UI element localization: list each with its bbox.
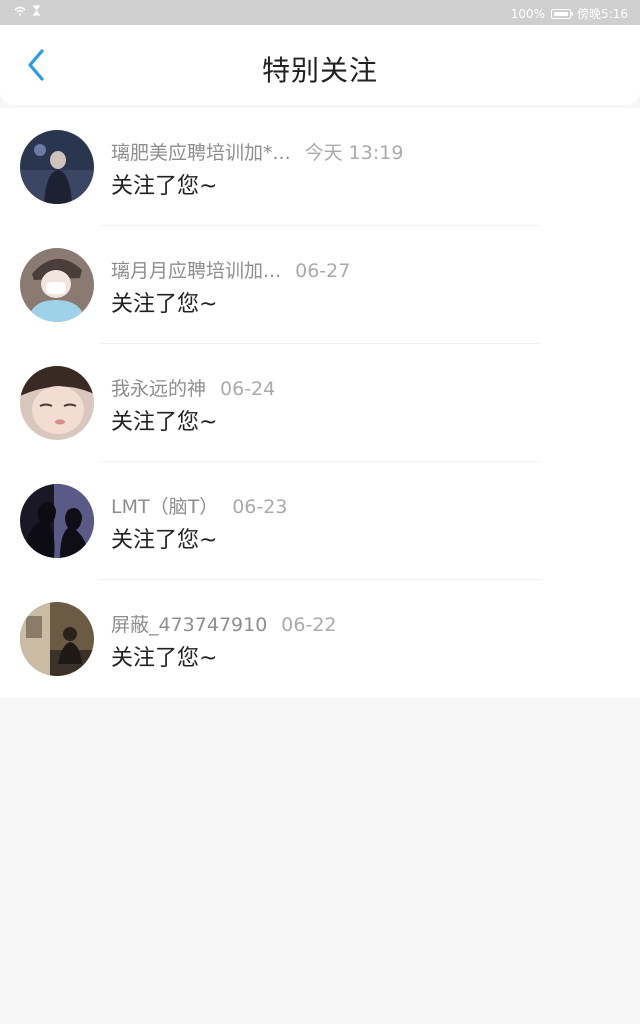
battery-icon [551,8,574,19]
name-line: 我永远的神 06-24 [111,374,275,401]
status-left [14,5,41,16]
status-time: 傍晚5:16 [577,7,628,21]
name-line: 屏蔽_473747910 06-22 [111,610,337,637]
timestamp: 06-24 [220,378,276,400]
avatar[interactable] [20,484,94,558]
status-bar: 100% 傍晚5:16 [0,0,640,25]
avatar[interactable] [20,602,94,676]
wifi-icon [14,6,26,16]
list-item[interactable]: 屏蔽_473747910 06-22 关注了您~ [0,580,640,698]
avatar[interactable] [20,366,94,440]
message-text: 关注了您~ [111,292,218,317]
avatar[interactable] [20,248,94,322]
follow-list: 璃肥美应聘培训加*... 今天 13:19 关注了您~ 璃月月应聘培训加... 06… [0,108,640,698]
name-line: 璃肥美应聘培训加*... 今天 13:19 [111,138,403,165]
message-text: 关注了您~ [111,646,218,671]
avatar[interactable] [20,130,94,204]
user-name: 璃月月应聘培训加... [111,260,282,282]
user-name: 璃肥美应聘培训加*... [111,142,291,164]
timestamp: 06-27 [295,260,351,282]
timestamp: 06-22 [281,614,337,636]
message-text: 关注了您~ [111,528,218,553]
list-item[interactable]: 璃肥美应聘培训加*... 今天 13:19 关注了您~ [0,108,640,226]
list-item[interactable]: 我永远的神 06-24 关注了您~ [0,344,640,462]
list-item[interactable]: LMT（脑T） 06-23 关注了您~ [0,462,640,580]
user-name: 屏蔽_473747910 [111,614,268,636]
battery-percent: 100% [510,6,546,21]
status-right: 100% 傍晚5:16 [511,5,628,22]
hourglass-icon [32,5,41,16]
nav-bar: 特别关注 [0,25,640,105]
list-item[interactable]: 璃月月应聘培训加... 06-27 关注了您~ [0,226,640,344]
timestamp: 06-23 [232,496,288,518]
name-line: LMT（脑T） 06-23 [111,492,287,519]
page-title: 特别关注 [261,54,378,87]
user-name: 我永远的神 [111,378,207,400]
name-line: 璃月月应聘培训加... 06-27 [111,256,350,283]
user-name: LMT（脑T） [111,496,219,518]
message-text: 关注了您~ [111,174,218,199]
timestamp: 今天 13:19 [304,142,404,164]
message-text: 关注了您~ [111,410,218,435]
